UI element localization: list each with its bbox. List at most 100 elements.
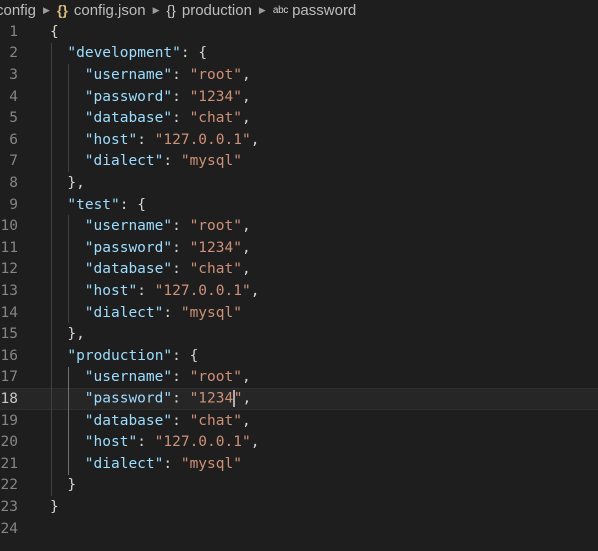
line-number[interactable]: 6	[0, 132, 18, 148]
code-text[interactable]: "database": "chat",	[85, 261, 251, 277]
code-text[interactable]: "password": "1234",	[85, 390, 251, 408]
code-line[interactable]: 24	[0, 518, 598, 540]
line-number[interactable]: 24	[0, 521, 18, 537]
code-text[interactable]: "username": "root",	[85, 67, 251, 83]
json-punctuation: :	[172, 369, 190, 386]
code-text[interactable]: "password": "1234",	[85, 89, 251, 105]
json-punctuation: :	[172, 412, 190, 429]
code-text[interactable]: "username": "root",	[85, 369, 251, 385]
code-line[interactable]: 17 "username": "root",	[0, 367, 598, 389]
line-number[interactable]: 7	[0, 153, 18, 169]
line-number[interactable]: 8	[0, 175, 18, 191]
code-line[interactable]: 14 "dialect": "mysql"	[0, 302, 598, 324]
json-key: "host"	[84, 434, 138, 451]
json-string: "chat"	[189, 110, 242, 127]
line-number[interactable]: 11	[0, 240, 18, 256]
code-line[interactable]: 13 "host": "127.0.0.1",	[0, 280, 598, 302]
code-text[interactable]: }	[50, 499, 59, 515]
code-text[interactable]: {	[50, 24, 59, 40]
json-punctuation: :	[172, 110, 190, 127]
line-number[interactable]: 22	[0, 477, 18, 493]
code-text[interactable]: "database": "chat",	[85, 413, 251, 429]
code-text[interactable]: "dialect": "mysql"	[85, 456, 242, 472]
code-line[interactable]: 8},	[0, 172, 598, 194]
json-punctuation: }	[67, 477, 77, 494]
code-text[interactable]: "production": {	[67, 348, 198, 364]
code-text[interactable]: "host": "127.0.0.1",	[85, 283, 260, 299]
code-text[interactable]: }	[67, 477, 76, 493]
code-text[interactable]: "database": "chat",	[85, 110, 251, 126]
breadcrumb-item-object[interactable]: {} production	[167, 2, 252, 19]
line-number[interactable]: 5	[0, 110, 18, 126]
json-punctuation: : {	[119, 196, 146, 213]
code-line[interactable]: 19 "database": "chat",	[0, 410, 598, 432]
code-line[interactable]: 12 "database": "chat",	[0, 259, 598, 281]
code-line[interactable]: 2 "development": {	[0, 43, 598, 65]
code-text[interactable]: "test": {	[67, 197, 146, 213]
line-number[interactable]: 10	[0, 218, 18, 234]
breadcrumb-label: production	[181, 1, 252, 19]
json-punctuation: },	[67, 174, 85, 191]
json-key: "host"	[84, 282, 138, 299]
code-line[interactable]: 23}	[0, 496, 598, 518]
line-number[interactable]: 12	[0, 261, 18, 277]
code-line[interactable]: 16 "production": {	[0, 345, 598, 367]
json-punctuation: ,	[241, 66, 251, 83]
code-line[interactable]: 11 "password": "1234",	[0, 237, 598, 259]
line-number[interactable]: 14	[0, 305, 18, 321]
line-number[interactable]: 1	[0, 24, 18, 40]
line-number[interactable]: 18	[0, 391, 18, 407]
code-text[interactable]: "host": "127.0.0.1",	[85, 434, 260, 450]
json-key: "dialect"	[84, 455, 164, 472]
line-number[interactable]: 20	[0, 434, 18, 450]
code-text[interactable]: "dialect": "mysql"	[85, 153, 242, 169]
code-line[interactable]: 4 "password": "1234",	[0, 86, 598, 108]
breadcrumb-item-folder[interactable]: config	[0, 2, 36, 19]
json-punctuation: }	[50, 498, 59, 515]
code-line[interactable]: 1{	[0, 21, 598, 43]
code-line[interactable]: 18 "password": "1234",	[0, 388, 598, 410]
code-line[interactable]: 22}	[0, 475, 598, 497]
line-number[interactable]: 13	[0, 283, 18, 299]
line-number[interactable]: 2	[0, 45, 18, 61]
json-string: "1234"	[189, 88, 242, 105]
code-text[interactable]: "dialect": "mysql"	[85, 305, 242, 321]
json-punctuation: ,	[241, 88, 251, 105]
json-string: "root"	[189, 66, 242, 83]
code-line[interactable]: 9 "test": {	[0, 194, 598, 216]
line-number[interactable]: 23	[0, 499, 18, 515]
line-number[interactable]: 17	[0, 369, 18, 385]
line-number[interactable]: 19	[0, 413, 18, 429]
line-number[interactable]: 16	[0, 348, 18, 364]
json-punctuation: {	[50, 23, 59, 40]
breadcrumb-label: config.json	[73, 1, 146, 19]
code-line[interactable]: 5 "database": "chat",	[0, 107, 598, 129]
line-number[interactable]: 9	[0, 197, 18, 213]
code-line[interactable]: 6 "host": "127.0.0.1",	[0, 129, 598, 151]
code-editor[interactable]: 1{2 "development": {3 "username": "root", 4…	[0, 21, 598, 551]
line-number[interactable]: 4	[0, 89, 18, 105]
json-punctuation: ,	[250, 131, 260, 148]
json-punctuation: ,	[250, 434, 260, 451]
code-text[interactable]: "username": "root",	[85, 218, 251, 234]
breadcrumb-item-property[interactable]: abc password	[273, 2, 356, 19]
code-text[interactable]: "host": "127.0.0.1",	[85, 132, 260, 148]
code-line[interactable]: 20 "host": "127.0.0.1",	[0, 431, 598, 453]
code-text[interactable]: },	[67, 326, 84, 342]
code-line[interactable]: 21 "dialect": "mysql"	[0, 453, 598, 475]
line-number[interactable]: 3	[0, 67, 18, 83]
indent-guide	[68, 215, 70, 324]
code-line[interactable]: 15},	[0, 323, 598, 345]
line-number[interactable]: 15	[0, 326, 18, 342]
code-text[interactable]: "development": {	[67, 45, 207, 61]
code-line[interactable]: 7 "dialect": "mysql"	[0, 151, 598, 173]
line-number[interactable]: 21	[0, 456, 18, 472]
code-line[interactable]: 10 "username": "root",	[0, 215, 598, 237]
code-text[interactable]: "password": "1234",	[85, 240, 251, 256]
json-punctuation: :	[163, 153, 181, 170]
breadcrumb-item-file[interactable]: {} config.json	[57, 2, 146, 19]
code-text[interactable]: },	[67, 175, 84, 191]
json-string: "chat"	[189, 261, 242, 278]
code-line[interactable]: 3 "username": "root",	[0, 64, 598, 86]
json-punctuation: :	[163, 304, 181, 321]
